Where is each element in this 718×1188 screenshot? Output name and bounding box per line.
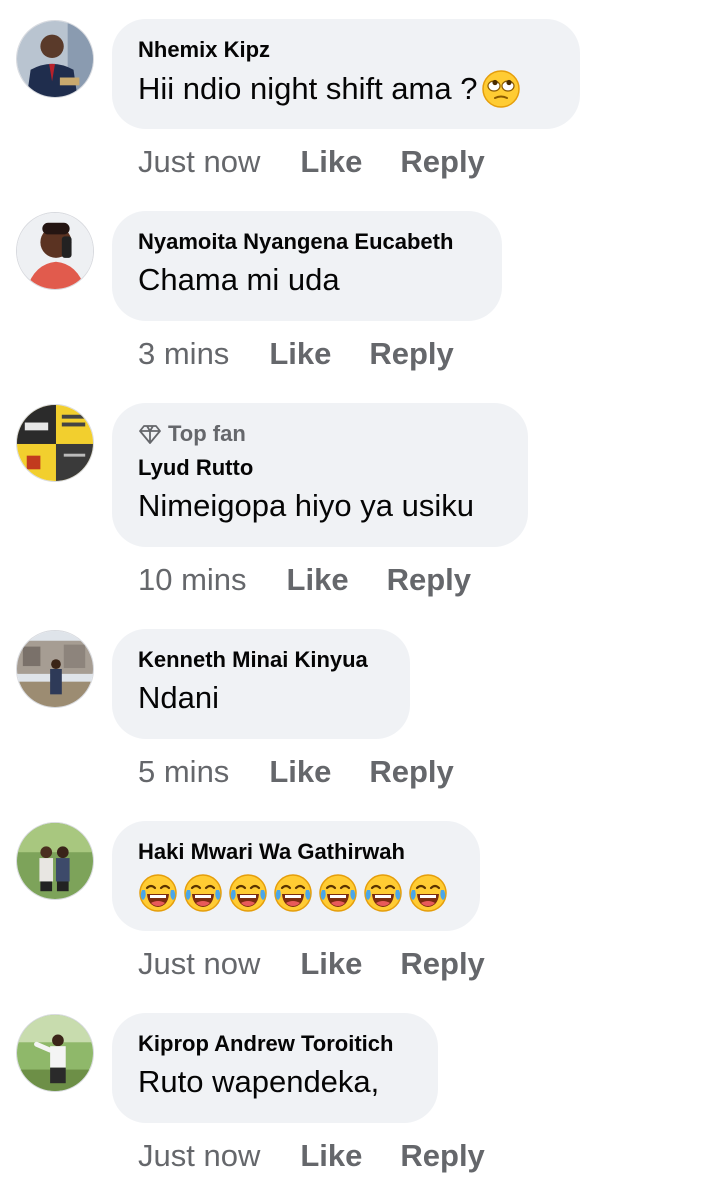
avatar[interactable] [16,404,94,482]
comment-text-row: Hii ndio night shift ama ? [138,69,554,109]
comment-bubble: Kiprop Andrew Toroitich Ruto wapendeka, [112,1013,438,1123]
rolling-eyes-emoji-icon [481,69,521,109]
avatar[interactable] [16,20,94,98]
comment-text: Ndani [138,680,219,715]
commenter-name[interactable]: Haki Mwari Wa Gathirwah [138,839,454,865]
top-fan-badge: Top fan [138,421,502,447]
comment-time: Just now [138,946,261,981]
tears-of-joy-emoji-icon [408,873,448,913]
comment-bubble: Nyamoita Nyangena Eucabeth Chama mi uda [112,211,502,321]
like-button[interactable]: Like [287,562,349,598]
tears-of-joy-emoji-icon [363,873,403,913]
tears-of-joy-emoji-icon [273,873,313,913]
reply-button[interactable]: Reply [387,562,471,598]
commenter-name[interactable]: Lyud Rutto [138,455,502,481]
comment-actions: 5 mins Like Reply [138,754,454,790]
commenter-name[interactable]: Kenneth Minai Kinyua [138,647,384,673]
avatar[interactable] [16,630,94,708]
comment-time: 3 mins [138,336,230,371]
top-fan-label: Top fan [168,421,246,446]
comment-bubble: Haki Mwari Wa Gathirwah [112,821,480,931]
comment-actions: Just now Like Reply [138,946,485,982]
tears-of-joy-emoji-icon [228,873,268,913]
like-button[interactable]: Like [300,144,362,180]
tears-of-joy-emoji-icon [183,873,223,913]
comment-actions: Just now Like Reply [138,1138,485,1174]
comment-time: 5 mins [138,754,230,789]
avatar[interactable] [16,1014,94,1092]
diamond-icon [139,425,161,444]
comment-bubble: Top fan Lyud Rutto Nimeigopa hiyo ya usi… [112,403,528,547]
comment-bubble: Nhemix Kipz Hii ndio night shift ama ? [112,19,580,129]
tears-of-joy-emoji-icon [318,873,358,913]
like-button[interactable]: Like [269,754,331,790]
comment-text: Hii ndio night shift ama ? [138,71,478,106]
comment-text: Nimeigopa hiyo ya usiku [138,488,475,523]
emoji-row [138,873,454,913]
reply-button[interactable]: Reply [369,754,453,790]
comment-text: Ruto wapendeka, [138,1064,380,1099]
comment-time: 10 mins [138,562,247,597]
comment-text: Chama mi uda [138,262,340,297]
reply-button[interactable]: Reply [400,144,484,180]
reply-button[interactable]: Reply [400,1138,484,1174]
like-button[interactable]: Like [269,336,331,372]
like-button[interactable]: Like [300,1138,362,1174]
commenter-name[interactable]: Kiprop Andrew Toroitich [138,1031,412,1057]
comment-time: Just now [138,144,261,179]
comment-actions: 10 mins Like Reply [138,562,471,598]
commenter-name[interactable]: Nyamoita Nyangena Eucabeth [138,229,476,255]
comment-actions: Just now Like Reply [138,144,485,180]
reply-button[interactable]: Reply [369,336,453,372]
like-button[interactable]: Like [300,946,362,982]
commenter-name[interactable]: Nhemix Kipz [138,37,554,63]
comment-bubble: Kenneth Minai Kinyua Ndani [112,629,410,739]
tears-of-joy-emoji-icon [138,873,178,913]
comment-actions: 3 mins Like Reply [138,336,454,372]
comment-time: Just now [138,1138,261,1173]
avatar[interactable] [16,212,94,290]
reply-button[interactable]: Reply [400,946,484,982]
avatar[interactable] [16,822,94,900]
